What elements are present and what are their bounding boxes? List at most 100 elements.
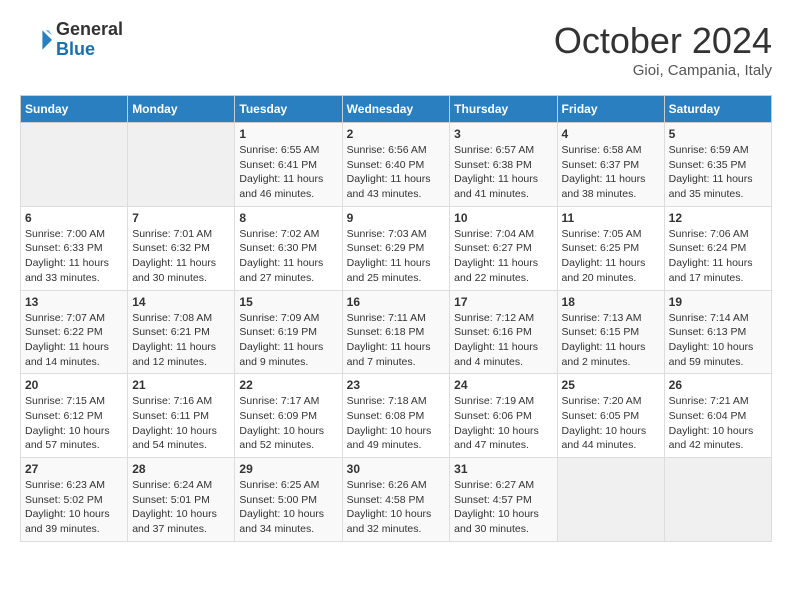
day-info: Sunrise: 6:26 AMSunset: 4:58 PMDaylight:… [347, 478, 446, 537]
calendar-cell [664, 458, 771, 542]
day-info: Sunrise: 6:58 AMSunset: 6:37 PMDaylight:… [562, 143, 660, 202]
calendar-table: SundayMondayTuesdayWednesdayThursdayFrid… [20, 95, 772, 542]
day-info: Sunrise: 7:19 AMSunset: 6:06 PMDaylight:… [454, 394, 552, 453]
day-number: 24 [454, 378, 552, 392]
weekday-header: Tuesday [235, 96, 342, 123]
day-info: Sunrise: 6:56 AMSunset: 6:40 PMDaylight:… [347, 143, 446, 202]
calendar-cell: 28Sunrise: 6:24 AMSunset: 5:01 PMDayligh… [128, 458, 235, 542]
day-info: Sunrise: 7:04 AMSunset: 6:27 PMDaylight:… [454, 227, 552, 286]
day-number: 19 [669, 295, 767, 309]
calendar-week-row: 27Sunrise: 6:23 AMSunset: 5:02 PMDayligh… [21, 458, 772, 542]
day-number: 15 [239, 295, 337, 309]
weekday-header: Wednesday [342, 96, 450, 123]
calendar-cell: 3Sunrise: 6:57 AMSunset: 6:38 PMDaylight… [450, 123, 557, 207]
day-info: Sunrise: 7:18 AMSunset: 6:08 PMDaylight:… [347, 394, 446, 453]
day-info: Sunrise: 7:13 AMSunset: 6:15 PMDaylight:… [562, 311, 660, 370]
logo-general-text: General [56, 20, 123, 40]
calendar-cell: 10 Sunrise: 7:04 AMSunset: 6:27 PMDayligh… [450, 206, 557, 290]
day-number: 21 [132, 378, 230, 392]
day-number: 2 [347, 127, 446, 141]
calendar-cell: 4 Sunrise: 6:58 AMSunset: 6:37 PMDaylight… [557, 123, 664, 207]
day-number: 14 [132, 295, 230, 309]
calendar-cell: 21 Sunrise: 7:16 AMSunset: 6:11 PMDayligh… [128, 374, 235, 458]
weekday-header: Friday [557, 96, 664, 123]
calendar-cell: 30 Sunrise: 6:26 AMSunset: 4:58 PMDayligh… [342, 458, 450, 542]
calendar-cell: 14 Sunrise: 7:08 AMSunset: 6:21 PMDayligh… [128, 290, 235, 374]
weekday-header: Thursday [450, 96, 557, 123]
day-number: 8 [239, 211, 337, 225]
day-info: Sunrise: 7:06 AMSunset: 6:24 PMDaylight:… [669, 227, 767, 286]
weekday-header: Saturday [664, 96, 771, 123]
day-info: Sunrise: 7:16 AMSunset: 6:11 PMDaylight:… [132, 394, 230, 453]
logo-blue-text: Blue [56, 40, 123, 60]
day-number: 4 [562, 127, 660, 141]
calendar-cell: 16 Sunrise: 7:11 AMSunset: 6:18 PMDayligh… [342, 290, 450, 374]
calendar-cell: 7Sunrise: 7:01 AMSunset: 6:32 PMDaylight… [128, 206, 235, 290]
day-number: 28 [132, 462, 230, 476]
calendar-cell [557, 458, 664, 542]
calendar-cell: 29Sunrise: 6:25 AMSunset: 5:00 PMDayligh… [235, 458, 342, 542]
day-number: 18 [562, 295, 660, 309]
day-info: Sunrise: 7:12 AMSunset: 6:16 PMDaylight:… [454, 311, 552, 370]
day-number: 16 [347, 295, 446, 309]
calendar-cell: 19 Sunrise: 7:14 AMSunset: 6:13 PMDayligh… [664, 290, 771, 374]
day-info: Sunrise: 7:08 AMSunset: 6:21 PMDaylight:… [132, 311, 230, 370]
calendar-cell: 11 Sunrise: 7:05 AMSunset: 6:25 PMDayligh… [557, 206, 664, 290]
day-number: 11 [562, 211, 660, 225]
logo-text: General Blue [56, 20, 123, 60]
day-number: 20 [25, 378, 123, 392]
day-number: 26 [669, 378, 767, 392]
day-number: 25 [562, 378, 660, 392]
title-block: October 2024 Gioi, Campania, Italy [554, 20, 772, 79]
logo: General Blue [20, 20, 123, 60]
day-number: 9 [347, 211, 446, 225]
calendar-cell: 18 Sunrise: 7:13 AMSunset: 6:15 PMDayligh… [557, 290, 664, 374]
calendar-cell: 31Sunrise: 6:27 AMSunset: 4:57 PMDayligh… [450, 458, 557, 542]
day-info: Sunrise: 7:00 AMSunset: 6:33 PMDaylight:… [25, 227, 123, 286]
day-number: 12 [669, 211, 767, 225]
calendar-cell: 22 Sunrise: 7:17 AMSunset: 6:09 PMDayligh… [235, 374, 342, 458]
day-info: Sunrise: 7:09 AMSunset: 6:19 PMDaylight:… [239, 311, 337, 370]
day-number: 5 [669, 127, 767, 141]
page-header: General Blue October 2024 Gioi, Campania… [20, 20, 772, 79]
day-info: Sunrise: 7:15 AMSunset: 6:12 PMDaylight:… [25, 394, 123, 453]
day-number: 3 [454, 127, 552, 141]
calendar-cell: 12 Sunrise: 7:06 AMSunset: 6:24 PMDayligh… [664, 206, 771, 290]
calendar-week-row: 20 Sunrise: 7:15 AMSunset: 6:12 PMDayligh… [21, 374, 772, 458]
day-info: Sunrise: 7:11 AMSunset: 6:18 PMDaylight:… [347, 311, 446, 370]
calendar-cell: 2 Sunrise: 6:56 AMSunset: 6:40 PMDaylight… [342, 123, 450, 207]
calendar-cell: 6 Sunrise: 7:00 AMSunset: 6:33 PMDaylight… [21, 206, 128, 290]
day-info: Sunrise: 7:07 AMSunset: 6:22 PMDaylight:… [25, 311, 123, 370]
calendar-cell [128, 123, 235, 207]
calendar-cell: 1Sunrise: 6:55 AMSunset: 6:41 PMDaylight… [235, 123, 342, 207]
weekday-header: Sunday [21, 96, 128, 123]
day-info: Sunrise: 6:27 AMSunset: 4:57 PMDaylight:… [454, 478, 552, 537]
logo-icon [20, 24, 52, 56]
day-info: Sunrise: 6:55 AMSunset: 6:41 PMDaylight:… [239, 143, 337, 202]
day-info: Sunrise: 7:17 AMSunset: 6:09 PMDaylight:… [239, 394, 337, 453]
day-number: 10 [454, 211, 552, 225]
day-number: 30 [347, 462, 446, 476]
day-info: Sunrise: 7:01 AMSunset: 6:32 PMDaylight:… [132, 227, 230, 286]
weekday-header: Monday [128, 96, 235, 123]
calendar-week-row: 13Sunrise: 7:07 AMSunset: 6:22 PMDayligh… [21, 290, 772, 374]
calendar-cell: 27Sunrise: 6:23 AMSunset: 5:02 PMDayligh… [21, 458, 128, 542]
day-info: Sunrise: 7:21 AMSunset: 6:04 PMDaylight:… [669, 394, 767, 453]
day-info: Sunrise: 7:03 AMSunset: 6:29 PMDaylight:… [347, 227, 446, 286]
calendar-cell: 23Sunrise: 7:18 AMSunset: 6:08 PMDayligh… [342, 374, 450, 458]
calendar-cell: 15 Sunrise: 7:09 AMSunset: 6:19 PMDayligh… [235, 290, 342, 374]
day-number: 29 [239, 462, 337, 476]
calendar-cell: 9 Sunrise: 7:03 AMSunset: 6:29 PMDaylight… [342, 206, 450, 290]
calendar-cell: 20 Sunrise: 7:15 AMSunset: 6:12 PMDayligh… [21, 374, 128, 458]
calendar-cell: 5 Sunrise: 6:59 AMSunset: 6:35 PMDaylight… [664, 123, 771, 207]
month-title: October 2024 [554, 20, 772, 62]
day-info: Sunrise: 7:05 AMSunset: 6:25 PMDaylight:… [562, 227, 660, 286]
day-number: 6 [25, 211, 123, 225]
day-info: Sunrise: 7:20 AMSunset: 6:05 PMDaylight:… [562, 394, 660, 453]
day-info: Sunrise: 6:59 AMSunset: 6:35 PMDaylight:… [669, 143, 767, 202]
calendar-cell: 26 Sunrise: 7:21 AMSunset: 6:04 PMDayligh… [664, 374, 771, 458]
calendar-cell [21, 123, 128, 207]
day-info: Sunrise: 7:02 AMSunset: 6:30 PMDaylight:… [239, 227, 337, 286]
day-info: Sunrise: 7:14 AMSunset: 6:13 PMDaylight:… [669, 311, 767, 370]
day-number: 22 [239, 378, 337, 392]
